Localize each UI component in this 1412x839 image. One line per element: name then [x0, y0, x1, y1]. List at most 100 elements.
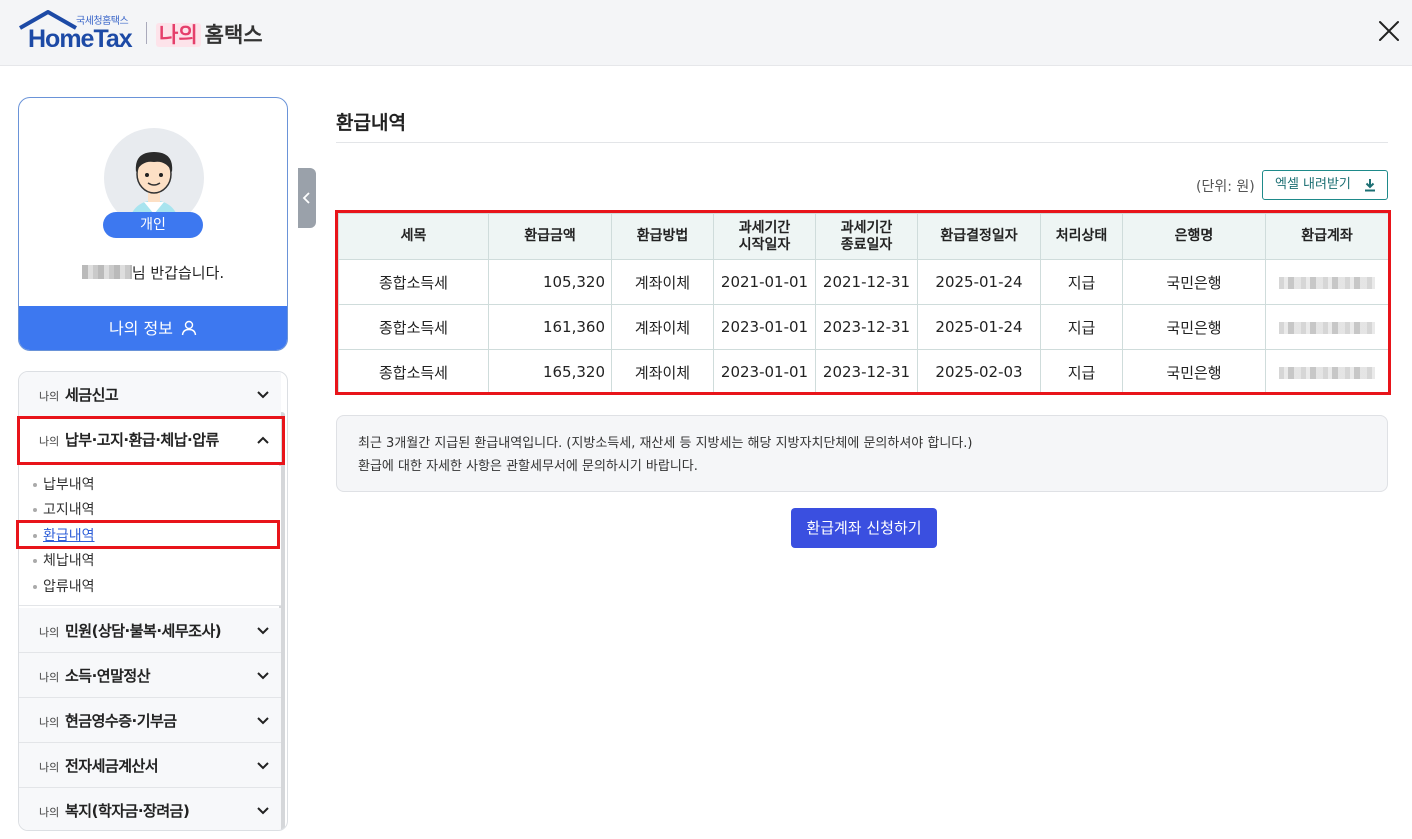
menu-item-welfare[interactable]: 나의 복지(학자금·장려금) — [19, 788, 281, 830]
menu-prefix: 나의 — [39, 761, 60, 774]
masked-user-name — [81, 265, 132, 279]
close-button[interactable] — [1374, 16, 1404, 46]
sidebar-collapse-button[interactable] — [298, 168, 316, 228]
table-row: 종합소득세 105,320 계좌이체 2021-01-01 2021-12-31… — [338, 259, 1389, 305]
chevron-down-icon — [257, 717, 269, 725]
column-header: 처리상태 — [1040, 213, 1123, 260]
logo-divider — [146, 22, 147, 44]
cell-decision-date: 2025-02-03 — [917, 349, 1041, 395]
greeting-text: 님 반갑습니다. — [19, 262, 287, 283]
cell-period-start: 2023-01-01 — [713, 349, 816, 395]
cell-tax-type: 종합소득세 — [338, 304, 489, 350]
top-header: 국세청홈택스 HomeTax 나의 홈택스 — [0, 0, 1412, 66]
menu-item-cash-receipt[interactable]: 나의 현금영수증·기부금 — [19, 698, 281, 743]
submenu-item-arrears-history[interactable]: 체납내역 — [33, 550, 95, 570]
submenu-payment-refund: 납부내역 고지내역 환급내역 체납내역 압류내역 — [19, 466, 281, 606]
unit-label: (단위: 원) — [1196, 179, 1255, 195]
cell-period-end: 2021-12-31 — [815, 259, 918, 305]
column-header: 환급방법 — [611, 213, 714, 260]
chevron-up-icon — [257, 436, 269, 444]
cell-status: 지급 — [1040, 304, 1123, 350]
menu-prefix: 나의 — [39, 390, 60, 403]
cell-refund-method: 계좌이체 — [611, 304, 714, 350]
my-hometax-title: 나의 홈택스 — [156, 19, 263, 49]
chevron-down-icon — [257, 807, 269, 815]
excel-download-button[interactable]: 엑셀 내려받기 — [1262, 170, 1388, 200]
menu-prefix: 나의 — [39, 671, 60, 684]
menu-label: 전자세금계산서 — [65, 757, 159, 775]
user-type-badge: 개인 — [103, 212, 203, 238]
cell-refund-amount: 161,360 — [488, 304, 612, 350]
table-row: 종합소득세 161,360 계좌이체 2023-01-01 2023-12-31… — [338, 304, 1389, 350]
cell-tax-type: 종합소득세 — [338, 259, 489, 305]
masked-account — [1279, 276, 1375, 289]
cell-decision-date: 2025-01-24 — [917, 304, 1041, 350]
menu-label: 복지(학자금·장려금) — [65, 802, 190, 820]
cell-decision-date: 2025-01-24 — [917, 259, 1041, 305]
profile-card: 개인 님 반갑습니다. 나의 정보 — [18, 97, 288, 351]
menu-label: 현금영수증·기부금 — [65, 712, 177, 730]
menu-prefix: 나의 — [39, 435, 60, 448]
cell-refund-method: 계좌이체 — [611, 349, 714, 395]
cell-bank-name: 국민은행 — [1122, 304, 1266, 350]
submenu-item-refund-history[interactable]: 환급내역 — [33, 525, 95, 545]
excel-download-label: 엑셀 내려받기 — [1275, 177, 1351, 192]
brand-mine: 나의 — [156, 23, 201, 47]
column-header: 환급금액 — [488, 213, 612, 260]
menu-prefix: 나의 — [39, 806, 60, 819]
column-header: 은행명 — [1122, 213, 1266, 260]
cell-bank-name: 국민은행 — [1122, 349, 1266, 395]
column-header: 세목 — [338, 213, 489, 260]
page-title: 환급내역 — [336, 112, 406, 134]
title-divider — [336, 142, 1388, 143]
table-row: 종합소득세 165,320 계좌이체 2023-01-01 2023-12-31… — [338, 349, 1389, 395]
cell-refund-amount: 105,320 — [488, 259, 612, 305]
cell-account — [1265, 259, 1389, 305]
cell-tax-type: 종합소득세 — [338, 349, 489, 395]
column-header: 환급계좌 — [1265, 213, 1389, 260]
chevron-down-icon — [257, 627, 269, 635]
cell-period-end: 2023-12-31 — [815, 349, 918, 395]
column-header: 과세기간 종료일자 — [815, 213, 918, 260]
cell-account — [1265, 304, 1389, 350]
chevron-down-icon — [257, 672, 269, 680]
greeting-suffix: 님 반갑습니다. — [131, 264, 225, 282]
apply-refund-account-button[interactable]: 환급계좌 신청하기 — [791, 508, 937, 548]
menu-prefix: 나의 — [39, 716, 60, 729]
masked-account — [1279, 366, 1375, 379]
masked-account — [1279, 321, 1375, 334]
close-icon — [1379, 21, 1399, 41]
submenu-item-notice-history[interactable]: 고지내역 — [33, 499, 95, 519]
refund-table: 세목 환급금액 환급방법 과세기간 시작일자 과세기간 종료일자 환급결정일자 … — [338, 213, 1389, 395]
menu-label: 세금신고 — [65, 386, 119, 404]
cell-refund-amount: 165,320 — [488, 349, 612, 395]
cell-refund-method: 계좌이체 — [611, 259, 714, 305]
my-info-button[interactable]: 나의 정보 — [19, 306, 287, 350]
hometax-logo[interactable]: 국세청홈택스 HomeTax — [18, 10, 138, 54]
chevron-left-icon — [302, 192, 310, 204]
menu-item-civil-affairs[interactable]: 나의 민원(상담·불복·세무조사) — [19, 608, 281, 653]
menu-item-income-settlement[interactable]: 나의 소득·연말정산 — [19, 653, 281, 698]
my-info-label: 나의 정보 — [108, 319, 173, 338]
menu-prefix: 나의 — [39, 626, 60, 639]
menu-item-tax-filing[interactable]: 나의 세금신고 — [19, 372, 281, 417]
cell-bank-name: 국민은행 — [1122, 259, 1266, 305]
submenu-item-payment-history[interactable]: 납부내역 — [33, 474, 95, 494]
cell-period-start: 2021-01-01 — [713, 259, 816, 305]
notice-line: 최근 3개월간 지급된 환급내역입니다. (지방소득세, 재산세 등 지방세는 … — [358, 436, 973, 451]
menu-item-payment-refund[interactable]: 나의 납부·고지·환급·체납·압류 — [19, 417, 281, 462]
logo-text: HomeTax — [28, 25, 133, 53]
chevron-down-icon — [257, 762, 269, 770]
chevron-down-icon — [257, 391, 269, 399]
sidebar-menu: 나의 세금신고 나의 납부·고지·환급·체납·압류 납부내역 고지내역 환급내역… — [18, 371, 288, 831]
user-icon — [181, 320, 197, 336]
submenu-item-seizure-history[interactable]: 압류내역 — [33, 576, 95, 596]
menu-label: 소득·연말정산 — [65, 667, 151, 685]
cell-status: 지급 — [1040, 349, 1123, 395]
menu-item-e-invoice[interactable]: 나의 전자세금계산서 — [19, 743, 281, 788]
column-header: 과세기간 시작일자 — [713, 213, 816, 260]
table-header-row: 세목 환급금액 환급방법 과세기간 시작일자 과세기간 종료일자 환급결정일자 … — [338, 213, 1389, 260]
menu-label: 납부·고지·환급·체납·압류 — [65, 431, 219, 449]
menu-label: 민원(상담·불복·세무조사) — [65, 622, 222, 640]
brand-home: 홈택스 — [204, 23, 263, 47]
